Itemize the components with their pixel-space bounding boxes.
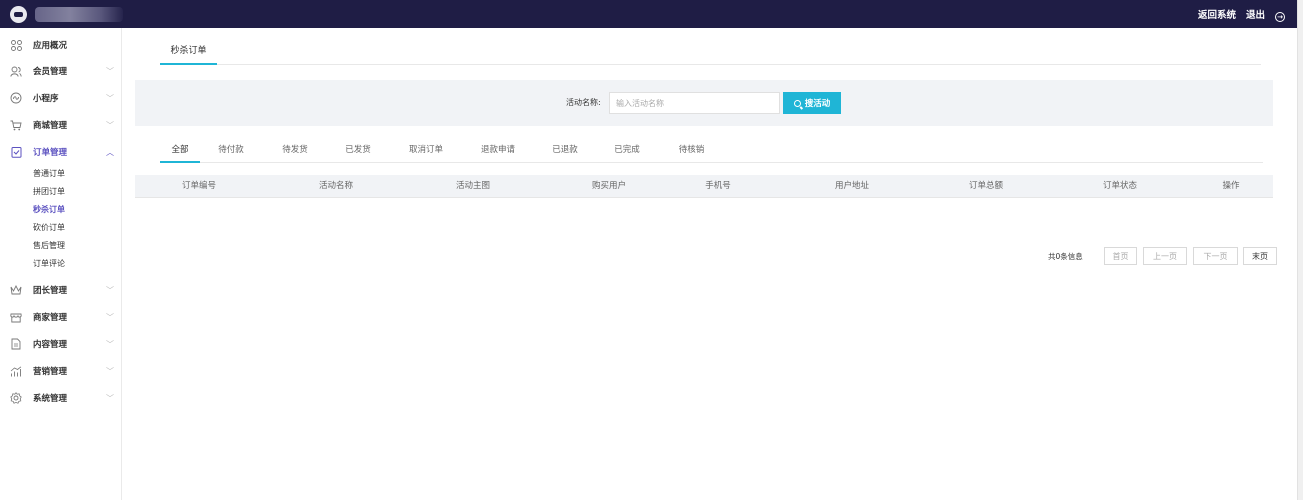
- sidebar-item-label: 内容管理: [33, 340, 68, 350]
- tab-shipped[interactable]: 已发货: [343, 139, 373, 163]
- tab-pending-payment[interactable]: 待付款: [216, 139, 246, 163]
- column-header: 订单编号: [181, 181, 217, 191]
- column-header: 用户地址: [834, 181, 870, 191]
- miniprogram-icon: [10, 92, 22, 104]
- tab-all[interactable]: 全部: [160, 139, 200, 163]
- column-header: 操作: [1222, 181, 1240, 191]
- sidebar-item-overview[interactable]: 应用概况: [0, 32, 121, 58]
- search-panel: 活动名称: 搜活动: [135, 80, 1273, 126]
- sidebar-item-leaders[interactable]: 团长管理 ﹀: [0, 277, 121, 303]
- pagination-info: 共0条信息: [1048, 252, 1083, 261]
- activity-name-label: 活动名称:: [566, 98, 601, 107]
- chevron-down-icon: ﹀: [106, 312, 114, 322]
- tab-cancelled[interactable]: 取消订单: [406, 139, 446, 163]
- chevron-up-icon: ︿: [106, 147, 114, 157]
- activity-name-input[interactable]: [609, 92, 780, 114]
- column-header: 订单状态: [1102, 181, 1138, 191]
- chevron-down-icon: ﹀: [106, 93, 114, 103]
- sidebar-subitem-bargain-orders[interactable]: 砍价订单: [33, 222, 65, 233]
- last-page-button[interactable]: 末页: [1243, 247, 1277, 265]
- top-bar: 返回系统 退出 →: [0, 0, 1303, 28]
- prev-page-button[interactable]: 上一页: [1143, 247, 1187, 265]
- sidebar-item-miniprogram[interactable]: 小程序 ﹀: [0, 85, 121, 111]
- sidebar-item-label: 应用概况: [33, 41, 68, 51]
- sidebar-item-system[interactable]: 系统管理 ﹀: [0, 385, 121, 411]
- sidebar-item-mall[interactable]: 商城管理 ﹀: [0, 112, 121, 138]
- sidebar-item-label: 商家管理: [33, 313, 68, 323]
- app-name-blurred: [35, 7, 123, 22]
- order-icon: [10, 146, 22, 158]
- sidebar-item-content[interactable]: 内容管理 ﹀: [0, 331, 121, 357]
- column-header: 订单总额: [968, 181, 1004, 191]
- sidebar-subitem-normal-orders[interactable]: 普通订单: [33, 168, 65, 179]
- tab-refunded[interactable]: 已退款: [550, 139, 580, 163]
- order-status-tabs: 全部 待付款 待发货 已发货 取消订单 退款申请 已退款 已完成 待核销: [160, 139, 1263, 163]
- tab-flashsale-orders[interactable]: 秒杀订单: [160, 38, 217, 65]
- chevron-down-icon: ﹀: [106, 285, 114, 295]
- document-icon: [10, 338, 22, 350]
- sidebar-item-label: 小程序: [33, 94, 59, 104]
- chevron-down-icon: ﹀: [106, 66, 114, 76]
- cart-icon: [10, 119, 22, 131]
- chevron-down-icon: ﹀: [106, 366, 114, 376]
- sidebar-item-marketing[interactable]: 营销管理 ﹀: [0, 358, 121, 384]
- sidebar-subitem-flashsale-orders[interactable]: 秒杀订单: [33, 204, 65, 215]
- top-actions: 返回系统 退出 →: [1188, 0, 1285, 28]
- sidebar-item-label: 团长管理: [33, 286, 68, 296]
- sidebar-subitem-group-orders[interactable]: 拼团订单: [33, 186, 65, 197]
- users-icon: [10, 65, 22, 77]
- column-header: 购买用户: [591, 181, 627, 191]
- sidebar: 应用概况 会员管理 ﹀ 小程序 ﹀ 商城管理 ﹀ 订单管理 ︿ 普通订单 拼团订…: [0, 28, 122, 500]
- logout-icon: →: [1275, 11, 1285, 22]
- sidebar-item-label: 订单管理: [33, 148, 68, 158]
- next-page-button[interactable]: 下一页: [1193, 247, 1238, 265]
- search-button-label: 搜活动: [804, 98, 831, 108]
- tab-refund-request[interactable]: 退款申请: [478, 139, 518, 163]
- sidebar-item-label: 商城管理: [33, 121, 68, 131]
- logo-icon: [10, 6, 27, 23]
- sidebar-item-orders[interactable]: 订单管理 ︿: [0, 139, 121, 165]
- sidebar-item-merchants[interactable]: 商家管理 ﹀: [0, 304, 121, 330]
- settings-icon: [10, 392, 22, 404]
- sidebar-item-label: 会员管理: [33, 67, 68, 77]
- sidebar-item-label: 营销管理: [33, 367, 68, 377]
- crown-icon: [10, 284, 22, 296]
- orders-table-header: 订单编号 活动名称 活动主图 购买用户 手机号 用户地址 订单总额 订单状态 操…: [135, 175, 1273, 198]
- search-icon: [793, 99, 801, 107]
- column-header: 手机号: [705, 181, 731, 191]
- search-activity-button[interactable]: 搜活动: [783, 92, 841, 114]
- page-tab-bar: 秒杀订单: [160, 38, 1261, 65]
- chevron-down-icon: ﹀: [106, 339, 114, 349]
- tab-pending-shipment[interactable]: 待发货: [280, 139, 310, 163]
- chevron-down-icon: ﹀: [106, 120, 114, 130]
- sidebar-subitem-order-comments[interactable]: 订单评论: [33, 258, 65, 269]
- page-scrollbar[interactable]: [1297, 0, 1303, 500]
- back-to-system-link[interactable]: 返回系统: [1198, 7, 1236, 21]
- sidebar-item-label: 系统管理: [33, 394, 68, 404]
- tab-pending-verification[interactable]: 待核销: [674, 139, 709, 163]
- grid-icon: [10, 39, 22, 51]
- column-header: 活动名称: [318, 181, 354, 191]
- chart-icon: [10, 365, 22, 377]
- sidebar-item-members[interactable]: 会员管理 ﹀: [0, 58, 121, 84]
- logout-label: 退出: [1245, 9, 1265, 21]
- chevron-down-icon: ﹀: [106, 393, 114, 403]
- sidebar-subitem-aftersale[interactable]: 售后管理: [33, 240, 65, 251]
- first-page-button[interactable]: 首页: [1104, 247, 1137, 265]
- logout-link[interactable]: 退出 →: [1246, 7, 1285, 22]
- shop-icon: [10, 311, 22, 323]
- column-header: 活动主图: [455, 181, 491, 191]
- tab-completed[interactable]: 已完成: [612, 139, 642, 163]
